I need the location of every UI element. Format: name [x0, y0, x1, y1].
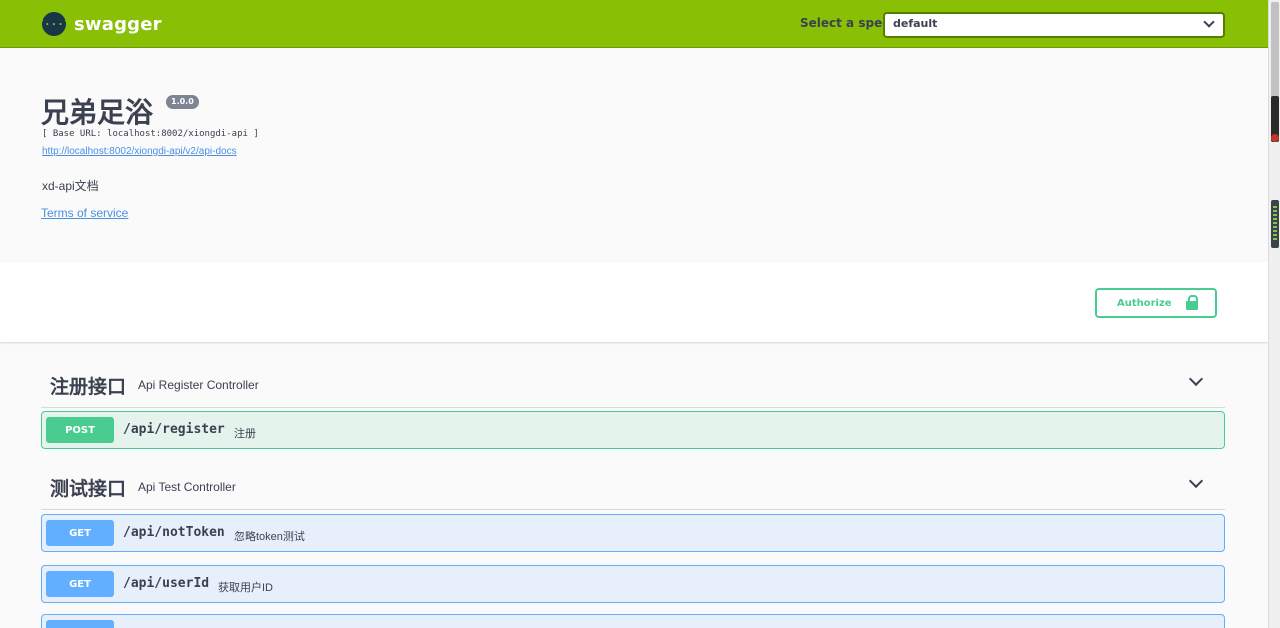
base-url: [ Base URL: localhost:8002/xiongdi-api ]	[42, 129, 259, 139]
swagger-logo-icon: {···}	[37, 12, 71, 36]
operation-path: /api/register	[123, 422, 225, 437]
logo-text: swagger	[74, 13, 162, 35]
swagger-logo[interactable]: {···} swagger	[37, 12, 162, 36]
method-badge: GET	[46, 620, 114, 628]
authorize-button[interactable]: Authorize	[1095, 288, 1217, 318]
method-badge: GET	[46, 520, 114, 546]
operation-get-partial[interactable]: GET	[41, 614, 1225, 628]
api-title: 兄弟足浴	[41, 96, 154, 129]
authorize-label: Authorize	[1117, 298, 1172, 309]
tag-description: Api Test Controller	[138, 480, 236, 494]
operation-path: /api/notToken	[123, 525, 225, 540]
operation-path: /api/userId	[123, 576, 210, 591]
operation-get-not-token[interactable]: GET /api/notToken 忽略token测试	[41, 514, 1225, 552]
method-badge: POST	[46, 417, 114, 443]
operation-summary: 获取用户ID	[218, 582, 273, 594]
spec-select-value: default	[893, 17, 938, 30]
chevron-down-icon[interactable]	[1188, 371, 1204, 387]
version-badge: 1.0.0	[166, 95, 199, 109]
tag-header-register[interactable]: 注册接口 Api Register Controller	[41, 360, 1225, 408]
tag-name: 测试接口	[50, 478, 127, 500]
top-bar: {···} swagger Select a spec default	[0, 0, 1268, 48]
vertical-scrollbar[interactable]	[1268, 0, 1280, 628]
chevron-down-icon[interactable]	[1188, 473, 1204, 489]
api-info: 兄弟足浴 1.0.0 [ Base URL: localhost:8002/xi…	[0, 48, 1268, 262]
scheme-container: Authorize	[0, 262, 1268, 342]
chevron-down-icon	[1203, 16, 1215, 28]
api-description: xd-api文档	[42, 179, 99, 193]
operation-get-user-id[interactable]: GET /api/userId 获取用户ID	[41, 565, 1225, 603]
tag-name: 注册接口	[50, 376, 127, 398]
operation-post-register[interactable]: POST /api/register 注册	[41, 411, 1225, 449]
swagger-page: {···} swagger Select a spec default 兄弟足浴…	[0, 0, 1268, 628]
tag-header-test[interactable]: 测试接口 Api Test Controller	[41, 462, 1225, 510]
operation-summary: 忽略token测试	[234, 531, 305, 543]
lock-icon	[1186, 295, 1198, 310]
spec-select[interactable]: default	[883, 12, 1225, 38]
method-badge: GET	[46, 571, 114, 597]
operation-summary: 注册	[234, 428, 256, 440]
thermometer-icon[interactable]	[1271, 96, 1279, 142]
terms-of-service-link[interactable]: Terms of service	[41, 206, 128, 220]
spec-select-label: Select a spec	[800, 16, 890, 30]
meter-icon[interactable]	[1271, 200, 1279, 248]
api-docs-link[interactable]: http://localhost:8002/xiongdi-api/v2/api…	[42, 146, 237, 157]
tag-description: Api Register Controller	[138, 378, 259, 392]
